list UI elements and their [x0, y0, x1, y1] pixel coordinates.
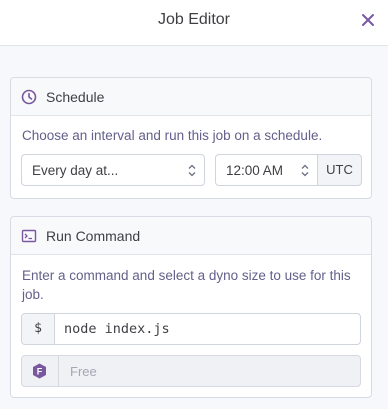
schedule-panel-header: Schedule	[11, 78, 371, 116]
dyno-size-select[interactable]: F Free	[21, 355, 361, 387]
schedule-title: Schedule	[46, 89, 105, 105]
command-input[interactable]	[64, 321, 354, 337]
updown-chevron-icon	[301, 164, 309, 177]
run-command-panel: Run Command Enter a command and select a…	[10, 216, 372, 398]
command-field[interactable]: $	[21, 313, 361, 345]
schedule-description: Choose an interval and run this job on a…	[22, 128, 323, 143]
updown-chevron-icon	[188, 164, 196, 177]
dollar-prefix: $	[22, 314, 55, 344]
interval-value: Every day at...	[32, 163, 119, 178]
terminal-icon	[21, 229, 37, 243]
run-command-description: Enter a command and select a dyno size t…	[22, 268, 351, 302]
clock-icon	[21, 89, 37, 105]
interval-select[interactable]: Every day at...	[21, 154, 205, 186]
time-value: 12:00 AM	[226, 163, 284, 178]
timezone-label: UTC	[317, 154, 362, 186]
close-button[interactable]	[360, 12, 376, 28]
dyno-size-value: Free	[70, 364, 97, 379]
dyno-badge-container: F	[22, 356, 59, 386]
run-command-title: Run Command	[46, 228, 141, 244]
page-title: Job Editor	[157, 11, 231, 28]
run-command-panel-header: Run Command	[11, 217, 371, 255]
dyno-hexagon-icon: F	[33, 363, 46, 379]
schedule-panel: Schedule Choose an interval and run this…	[10, 77, 372, 199]
time-select[interactable]: 12:00 AM	[215, 154, 318, 186]
close-icon	[362, 14, 374, 26]
dyno-badge-letter: F	[37, 367, 43, 377]
editor-header: Job Editor	[0, 0, 388, 46]
